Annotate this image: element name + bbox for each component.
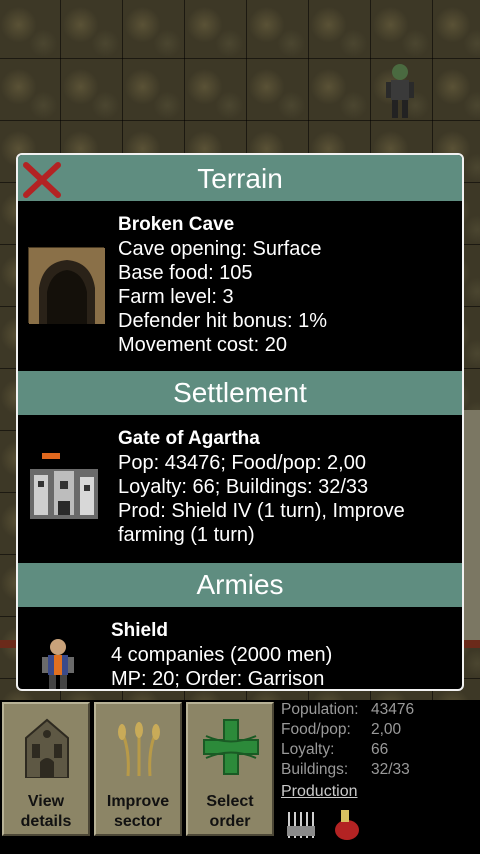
stat-food-pop: Food/pop: 2,00 [281, 721, 402, 738]
armies-header: Armies [18, 563, 462, 607]
stat-loyalty: Loyalty: 66 [281, 741, 389, 758]
settlement-section: Gate of Agartha Pop: 43476; Food/pop: 2,… [18, 415, 462, 563]
terrain-header: Terrain [18, 155, 462, 201]
city-icon [30, 453, 98, 519]
terrain-base-food: Base food: 105 [118, 262, 253, 284]
armies-section[interactable]: Shield 4 companies (2000 men) MP: 20; Or… [18, 607, 462, 690]
army-mp-order: MP: 20; Order: Garrison [111, 668, 325, 690]
sector-info-dialog: Terrain Broken Cave Cave opening: Surfac… [16, 153, 464, 691]
select-order-button[interactable]: Select order [186, 702, 274, 836]
improve-sector-label-2: sector [113, 813, 163, 830]
settlement-pop-food: Pop: 43476; Food/pop: 2,00 [118, 452, 366, 474]
terrain-movement-cost: Movement cost: 20 [118, 334, 287, 356]
production-items-icon [287, 810, 359, 840]
soldier-icon [42, 639, 74, 689]
settlement-production: Prod: Shield IV (1 turn), Improve farmin… [118, 500, 405, 546]
cave-terrain-icon [28, 247, 105, 324]
settlement-header: Settlement [18, 371, 462, 415]
wheat-icon [118, 722, 160, 777]
bottom-action-bar: View details Improve sector Select order [0, 700, 480, 854]
settlement-name: Gate of Agartha [118, 428, 260, 449]
improve-sector-label-1: Improve [106, 793, 170, 810]
improve-sector-button[interactable]: Improve sector [94, 702, 182, 836]
terrain-farm-level: Farm level: 3 [118, 286, 234, 308]
stat-population: Population: 43476 [281, 701, 415, 718]
terrain-section: Broken Cave Cave opening: Surface Base f… [18, 201, 462, 371]
settlement-stats-panel: Population: 43476 Food/pop: 2,00 Loyalty: 6… [281, 700, 476, 840]
view-details-label-1: View [27, 793, 65, 810]
select-order-label-1: Select [206, 793, 254, 810]
map-unit-sprite[interactable] [380, 60, 420, 122]
stat-buildings: Buildings: 32/33 [281, 761, 410, 778]
cross-icon [203, 719, 259, 775]
map-building-edge [462, 410, 480, 640]
terrain-defender-bonus: Defender hit bonus: 1% [118, 310, 328, 332]
cathedral-icon [25, 718, 69, 778]
production-link[interactable]: Production [281, 782, 358, 802]
settlement-loyalty-buildings: Loyalty: 66; Buildings: 32/33 [118, 476, 369, 498]
select-order-label-2: order [209, 813, 251, 830]
view-details-label-2: details [20, 813, 72, 830]
army-companies: 4 companies (2000 men) [111, 644, 333, 666]
close-icon[interactable] [22, 161, 62, 199]
view-details-button[interactable]: View details [2, 702, 90, 836]
terrain-cave-opening: Cave opening: Surface [118, 238, 322, 260]
army-name: Shield [111, 620, 169, 641]
terrain-name: Broken Cave [118, 214, 235, 235]
